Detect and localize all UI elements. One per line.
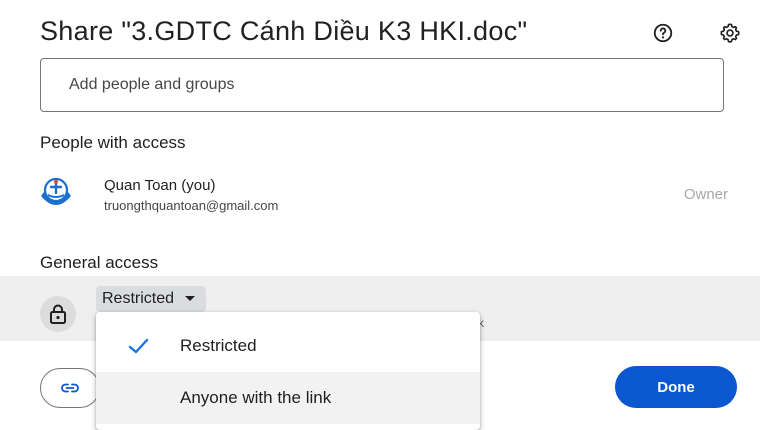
general-access-heading: General access (40, 253, 159, 272)
person-name: Quan Toan (you) (104, 177, 216, 194)
menu-item-restricted[interactable]: Restricted (96, 320, 480, 372)
avatar (38, 176, 74, 212)
help-icon[interactable] (648, 18, 678, 48)
lock-icon (50, 304, 66, 324)
help-circle-icon (653, 23, 673, 43)
menu-item-label: Restricted (180, 336, 257, 355)
lock-icon-container (40, 296, 76, 332)
check-icon (128, 338, 149, 354)
access-level-dropdown[interactable]: Restricted (96, 286, 207, 312)
people-with-access-heading: People with access (40, 133, 186, 152)
person-role: Owner (683, 186, 728, 203)
copy-link-button[interactable] (40, 368, 100, 408)
link-icon (61, 383, 79, 393)
menu-item-anyone-with-link[interactable]: Anyone with the link (96, 372, 480, 424)
add-people-input[interactable]: Add people and groups (40, 58, 724, 112)
add-people-placeholder: Add people and groups (69, 76, 235, 93)
gear-icon (720, 23, 740, 43)
access-level-label: Restricted (102, 290, 175, 307)
caret-down-icon (185, 296, 196, 301)
done-button[interactable]: Done (615, 366, 737, 408)
menu-item-label: Anyone with the link (180, 388, 332, 407)
settings-button[interactable] (715, 18, 745, 48)
access-level-menu: Restricted Anyone with the link (96, 312, 480, 430)
school-emblem-avatar (41, 177, 71, 205)
dialog-title: Share "3.GDTC Cánh Diều K3 HKI.doc" (40, 16, 528, 46)
person-row[interactable]: Quan Toan (you) truongthquantoan@gmail.c… (38, 172, 728, 220)
person-email: truongthquantoan@gmail.com (104, 198, 279, 213)
